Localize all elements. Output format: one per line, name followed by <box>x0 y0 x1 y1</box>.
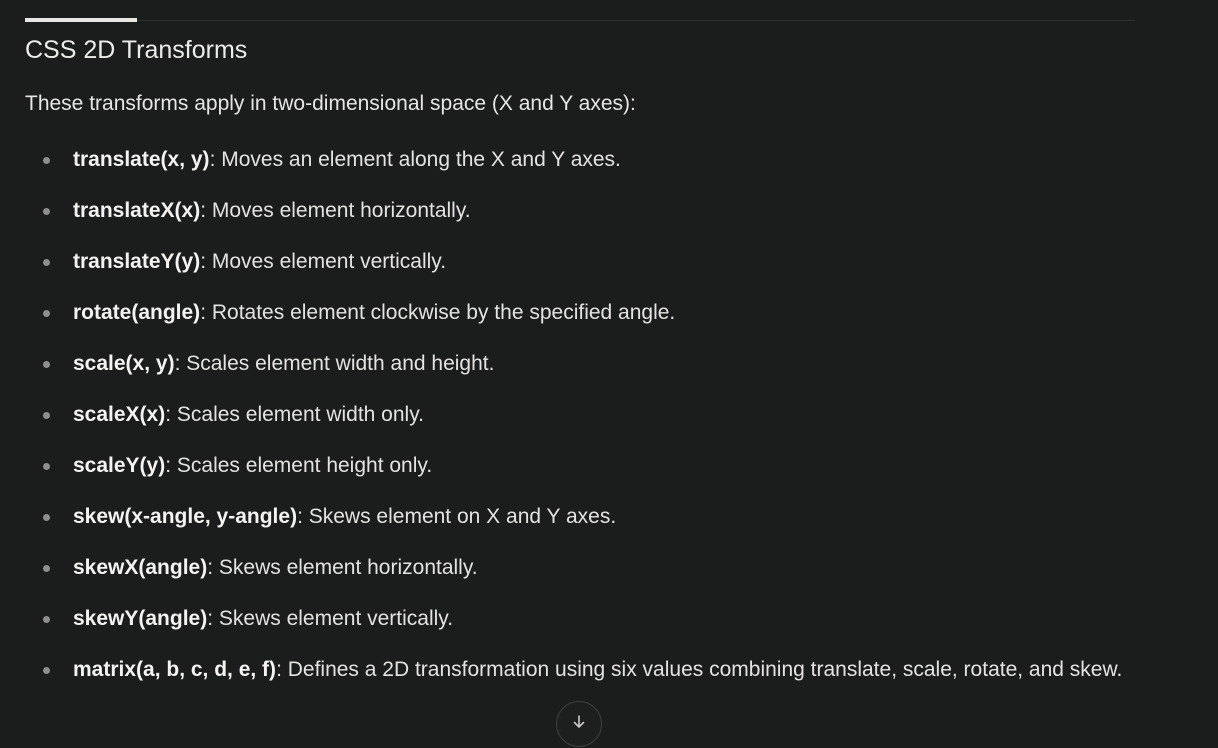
list-item-description: : Scales element width only. <box>165 403 424 426</box>
list-item: translateY(y): Moves element vertically. <box>0 242 1180 282</box>
list-item-description: : Defines a 2D transformation using six … <box>276 658 1123 681</box>
list-item-description: : Rotates element clockwise by the speci… <box>200 301 676 324</box>
section-divider <box>25 20 1135 21</box>
bullet-icon <box>43 667 50 674</box>
list-item-term: translateY(y) <box>73 250 201 273</box>
list-item-description: : Scales element width and height. <box>174 352 495 375</box>
scroll-to-bottom-button[interactable] <box>556 701 602 747</box>
list-item-term: translate(x, y) <box>73 148 210 171</box>
bullet-icon <box>43 310 50 317</box>
list-item-term: rotate(angle) <box>73 301 201 324</box>
list-item-term: skewY(angle) <box>73 607 208 630</box>
list-item: skew(x-angle, y-angle): Skews element on… <box>0 497 1180 537</box>
list-item: translateX(x): Moves element horizontall… <box>0 191 1180 231</box>
bullet-icon <box>43 208 50 215</box>
list-item: rotate(angle): Rotates element clockwise… <box>0 293 1180 333</box>
list-item: matrix(a, b, c, d, e, f): Defines a 2D t… <box>0 650 1180 689</box>
list-item-term: skew(x-angle, y-angle) <box>73 505 298 528</box>
list-item: skewX(angle): Skews element horizontally… <box>0 548 1180 588</box>
bullet-icon <box>43 157 50 164</box>
list-item-description: : Skews element vertically. <box>207 607 454 630</box>
list-item: skewY(angle): Skews element vertically. <box>0 599 1180 639</box>
bullet-icon <box>43 616 50 623</box>
list-item-description: : Scales element height only. <box>165 454 433 477</box>
section-divider-accent <box>25 18 137 22</box>
list-item-description: : Skews element horizontally. <box>207 556 478 579</box>
list-item-term: skewX(angle) <box>73 556 208 579</box>
bullet-icon <box>43 259 50 266</box>
list-item: scaleY(y): Scales element height only. <box>0 446 1180 486</box>
list-item: translate(x, y): Moves an element along … <box>0 140 1180 180</box>
bullet-icon <box>43 514 50 521</box>
list-item: scale(x, y): Scales element width and he… <box>0 344 1180 384</box>
list-item-term: translateX(x) <box>73 199 201 222</box>
list-item: scaleX(x): Scales element width only. <box>0 395 1180 435</box>
list-item-term: scaleX(x) <box>73 403 166 426</box>
bullet-icon <box>43 565 50 572</box>
list-item-description: : Moves an element along the X and Y axe… <box>209 148 621 171</box>
arrow-down-icon <box>570 713 588 736</box>
section-intro: These transforms apply in two-dimensiona… <box>25 92 636 115</box>
list-item-term: matrix(a, b, c, d, e, f) <box>73 658 277 681</box>
bullet-icon <box>43 463 50 470</box>
transform-list: translate(x, y): Moves an element along … <box>0 140 1180 700</box>
bullet-icon <box>43 361 50 368</box>
section-heading: CSS 2D Transforms <box>25 36 248 64</box>
list-item-description: : Moves element horizontally. <box>200 199 471 222</box>
bullet-icon <box>43 412 50 419</box>
list-item-term: scale(x, y) <box>73 352 175 375</box>
list-item-term: scaleY(y) <box>73 454 166 477</box>
list-item-description: : Skews element on X and Y axes. <box>297 505 617 528</box>
list-item-description: : Moves element vertically. <box>200 250 447 273</box>
